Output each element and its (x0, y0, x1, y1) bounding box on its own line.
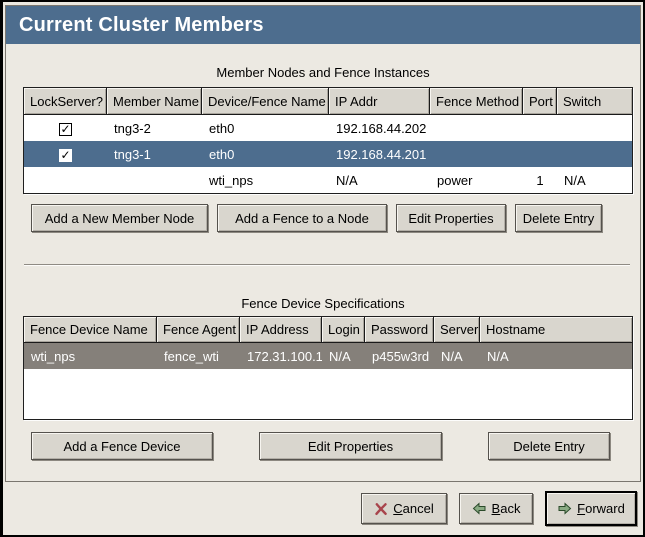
member-actions-row: Add a New Member Node Add a Fence to a N… (31, 204, 640, 232)
ip-addr-cell: 192.168.44.202 (329, 115, 430, 141)
lockserver-cell (24, 167, 107, 193)
column-header-fence-method[interactable]: Fence Method (430, 88, 523, 115)
edit-member-properties-button[interactable]: Edit Properties (396, 204, 506, 232)
edit-fence-properties-button[interactable]: Edit Properties (259, 432, 442, 460)
wizard-footer: Cancel Back Forward (3, 482, 643, 535)
member-name-cell: tng3-1 (107, 141, 202, 167)
switch-cell: N/A (557, 167, 632, 193)
check-icon: ✓ (60, 122, 70, 136)
add-fence-to-node-button[interactable]: Add a Fence to a Node (217, 204, 387, 232)
port-cell: 1 (523, 167, 557, 193)
back-label: Back (492, 501, 521, 516)
member-table-header-row: LockServer? Member Name Device/Fence Nam… (24, 88, 632, 115)
ip-addr-cell: N/A (329, 167, 430, 193)
member-name-cell: tng3-2 (107, 115, 202, 141)
delete-fence-entry-button[interactable]: Delete Entry (488, 432, 610, 460)
member-row-tng3-1-selected[interactable]: ✓ tng3-1 eth0 192.168.44.201 (24, 141, 632, 167)
column-header-fence-device-name[interactable]: Fence Device Name (24, 317, 157, 343)
fence-table-label: Fence Device Specifications (6, 296, 640, 311)
ip-address-cell: 172.31.100.1 (240, 343, 322, 369)
cancel-x-icon (374, 502, 388, 516)
back-button[interactable]: Back (459, 493, 533, 524)
lockserver-cell: ✓ (24, 141, 107, 167)
column-header-ip-addr[interactable]: IP Addr (329, 88, 430, 115)
section-separator (24, 264, 630, 266)
password-cell: p455w3rd (365, 343, 434, 369)
column-header-member-name[interactable]: Member Name (107, 88, 202, 115)
fence-agent-cell: fence_wti (157, 343, 240, 369)
switch-cell (557, 115, 632, 141)
port-cell (523, 115, 557, 141)
arrow-left-icon (472, 501, 487, 516)
login-cell: N/A (322, 343, 365, 369)
arrow-right-icon (557, 501, 572, 516)
fence-method-cell (430, 115, 523, 141)
member-row-tng3-2[interactable]: ✓ tng3-2 eth0 192.168.44.202 (24, 115, 632, 141)
column-header-login[interactable]: Login (322, 317, 365, 343)
device-fence-name-cell: eth0 (202, 141, 329, 167)
member-nodes-table: LockServer? Member Name Device/Fence Nam… (23, 87, 633, 194)
cluster-members-window: Current Cluster Members Member Nodes and… (0, 0, 645, 537)
content-frame: Current Cluster Members Member Nodes and… (5, 5, 641, 482)
column-header-hostname[interactable]: Hostname (480, 317, 632, 343)
lockserver-checkbox[interactable]: ✓ (59, 149, 72, 162)
column-header-device-fence-name[interactable]: Device/Fence Name (202, 88, 329, 115)
add-fence-device-button[interactable]: Add a Fence Device (31, 432, 213, 460)
column-header-switch[interactable]: Switch (557, 88, 632, 115)
delete-member-entry-button[interactable]: Delete Entry (515, 204, 602, 232)
fence-method-cell: power (430, 167, 523, 193)
server-cell: N/A (434, 343, 480, 369)
switch-cell (557, 141, 632, 167)
fence-device-row-wti-nps-selected[interactable]: wti_nps fence_wti 172.31.100.1 N/A p455w… (24, 343, 632, 369)
forward-button[interactable]: Forward (545, 491, 637, 526)
column-header-ip-address[interactable]: IP Address (240, 317, 322, 343)
lockserver-cell: ✓ (24, 115, 107, 141)
fence-device-name-cell: wti_nps (24, 343, 157, 369)
add-member-node-button[interactable]: Add a New Member Node (31, 204, 208, 232)
device-fence-name-cell: eth0 (202, 115, 329, 141)
members-table-label: Member Nodes and Fence Instances (6, 65, 640, 80)
fence-actions-row: Add a Fence Device Edit Properties Delet… (31, 432, 640, 460)
forward-label: Forward (577, 501, 625, 516)
lockserver-checkbox[interactable]: ✓ (59, 123, 72, 136)
ip-addr-cell: 192.168.44.201 (329, 141, 430, 167)
fence-instance-row-wti-nps[interactable]: wti_nps N/A power 1 N/A (24, 167, 632, 193)
fence-method-cell (430, 141, 523, 167)
check-icon: ✓ (60, 148, 70, 162)
page-title: Current Cluster Members (6, 6, 640, 44)
column-header-password[interactable]: Password (365, 317, 434, 343)
column-header-fence-agent[interactable]: Fence Agent (157, 317, 240, 343)
member-name-cell (107, 167, 202, 193)
column-header-lockserver[interactable]: LockServer? (24, 88, 107, 115)
fence-devices-table: Fence Device Name Fence Agent IP Address… (23, 316, 633, 420)
cancel-button[interactable]: Cancel (361, 493, 447, 524)
column-header-port[interactable]: Port (523, 88, 557, 115)
device-fence-name-cell: wti_nps (202, 167, 329, 193)
fence-table-header-row: Fence Device Name Fence Agent IP Address… (24, 317, 632, 343)
column-header-server[interactable]: Server (434, 317, 480, 343)
hostname-cell: N/A (480, 343, 632, 369)
port-cell (523, 141, 557, 167)
cancel-label: Cancel (393, 501, 433, 516)
